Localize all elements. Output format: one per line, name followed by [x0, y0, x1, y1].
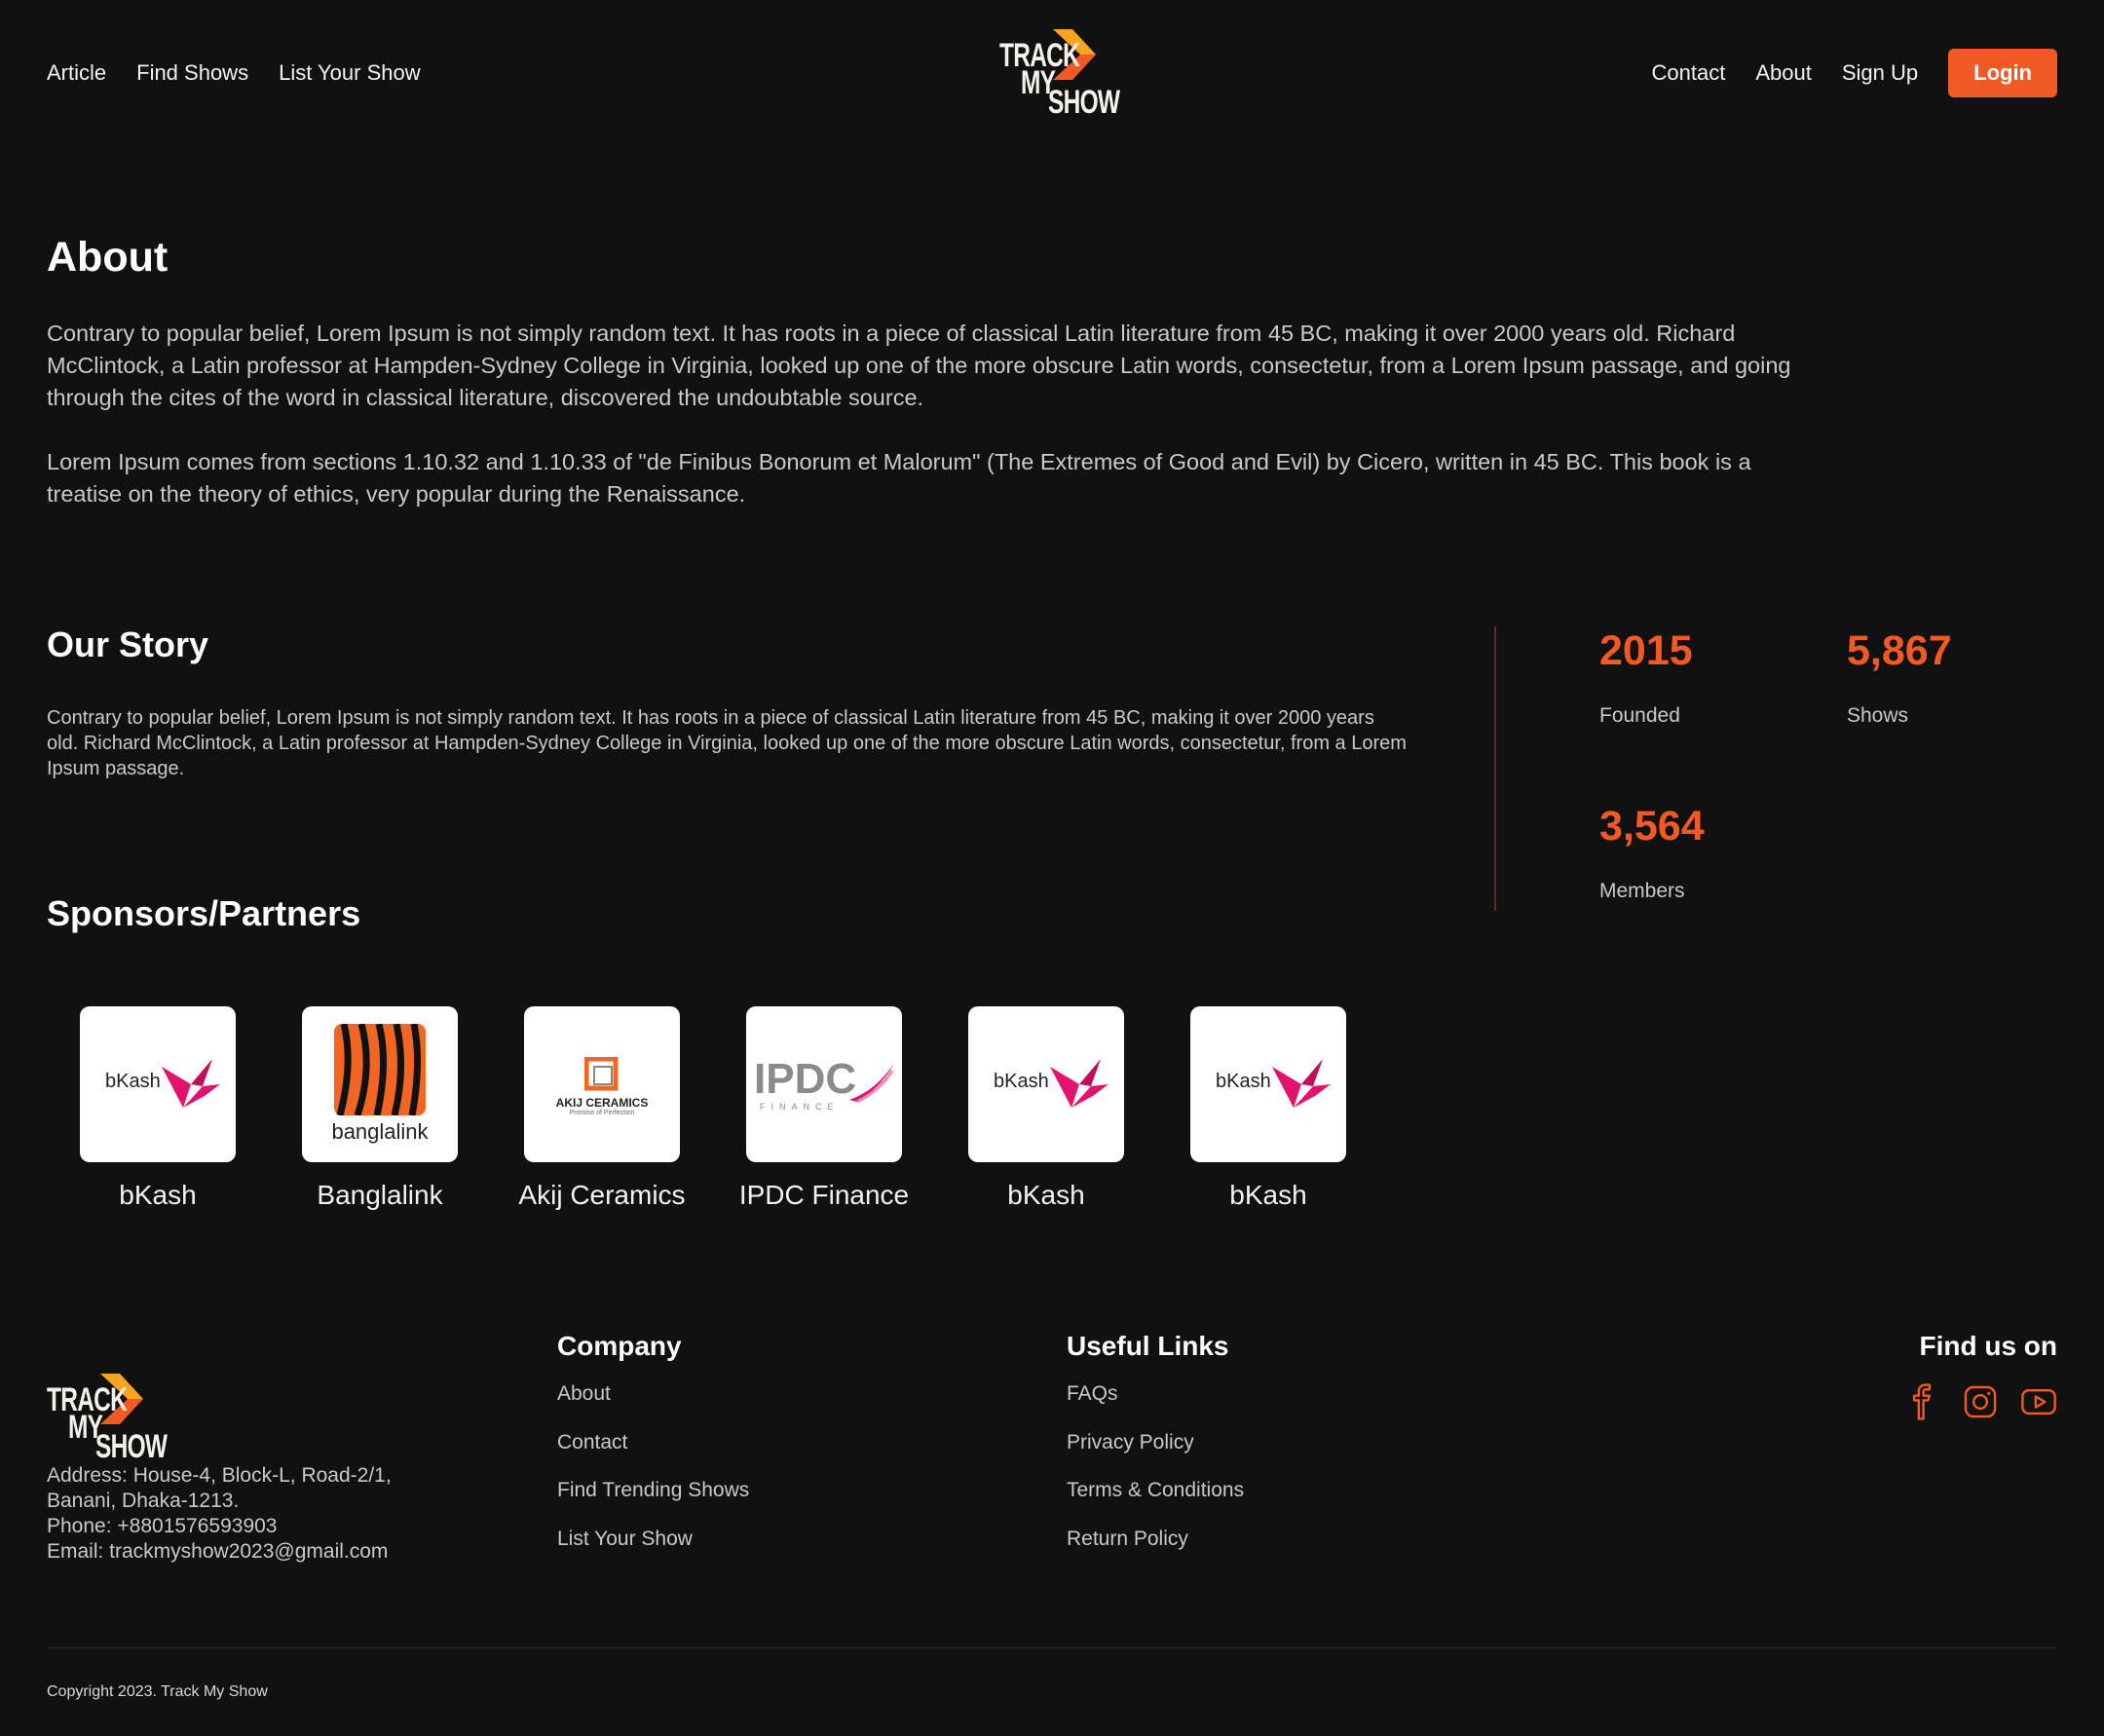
footer-useful-links-title: Useful Links	[1067, 1331, 1229, 1361]
sponsor-name: Banglalink	[317, 1180, 443, 1210]
bkash-logo-text: bKash	[994, 1071, 1049, 1092]
phone-line: Phone: +8801576593903	[47, 1515, 278, 1537]
social-icons	[1903, 1383, 2057, 1420]
bkash-logo: bKash	[1190, 1006, 1346, 1162]
sponsor-item[interactable]: bKash bKash	[47, 1006, 269, 1211]
about-paragraph-2: Lorem Ipsum comes from sections 1.10.32 …	[47, 449, 1751, 507]
sponsor-name: IPDC Finance	[738, 1180, 910, 1210]
stat-label: Founded	[1599, 704, 1680, 727]
nav-sign-up-link[interactable]: Sign Up	[1842, 59, 1918, 87]
about-paragraph-1: Contrary to popular belief, Lorem Ipsum …	[47, 321, 1791, 410]
sponsor-name: bKash	[1229, 1180, 1307, 1210]
nav-find-shows-link[interactable]: Find Shows	[136, 59, 248, 87]
stat-label: Members	[1599, 880, 1685, 902]
footer-useful-links-column: Useful Links FAQs Privacy Policy Terms &…	[1067, 1329, 1244, 1574]
logo-text-show: SHOW	[95, 1428, 168, 1465]
sponsor-name: bKash	[1007, 1180, 1085, 1210]
sponsor-item[interactable]: AKIJ CERAMICS Promise of Perfection Akij…	[491, 1006, 713, 1211]
nav-right: Contact About Sign Up Login	[1652, 49, 2057, 97]
bkash-logo-text: bKash	[1216, 1071, 1271, 1092]
stat-value: 5,867	[1847, 627, 1952, 674]
footer-company-title: Company	[557, 1331, 682, 1361]
footer-link-list-your-show[interactable]: List Your Show	[557, 1527, 749, 1552]
our-story-text: Contrary to popular belief, Lorem Ipsum …	[47, 707, 1407, 779]
bkash-logo: bKash	[80, 1006, 236, 1162]
sponsor-name: Akij Ceramics	[518, 1180, 686, 1210]
stat-shows: 5,867 Shows	[1847, 626, 1952, 728]
sponsor-item[interactable]: bKash bKash	[935, 1006, 1157, 1211]
copyright-text: Copyright 2023. Track My Show	[47, 1683, 268, 1700]
footer-contact-info: Address: House-4, Block-L, Road-2/1, Ban…	[47, 1463, 456, 1565]
sponsors-list: bKash bKash banglalink Banglalink AKIJ C…	[47, 1006, 1379, 1211]
address-line: Address: House-4, Block-L, Road-2/1,	[47, 1464, 392, 1487]
bkash-bird-icon	[1050, 1059, 1108, 1108]
sponsor-item[interactable]: IPDC FINANCE IPDC Finance	[713, 1006, 935, 1211]
stat-label: Shows	[1847, 704, 1909, 727]
footer-divider	[47, 1647, 2057, 1648]
akij-ceramics-logo: AKIJ CERAMICS Promise of Perfection	[524, 1006, 680, 1162]
footer-link-terms-conditions[interactable]: Terms & Conditions	[1067, 1478, 1244, 1503]
our-story-title: Our Story	[47, 624, 209, 664]
footer-link-return-policy[interactable]: Return Policy	[1067, 1527, 1244, 1552]
banglalink-logo-text: banglalink	[331, 1119, 429, 1144]
ipdc-finance-logo: IPDC FINANCE	[746, 1006, 902, 1162]
instagram-icon[interactable]	[1962, 1383, 1999, 1420]
top-navbar: Article Find Shows List Your Show TRACK …	[47, 0, 2057, 146]
nav-about-link[interactable]: About	[1755, 59, 1812, 87]
banglalink-logo: banglalink	[302, 1006, 458, 1162]
footer-link-contact[interactable]: Contact	[557, 1430, 749, 1455]
akij-logo-tagline: Promise of Perfection	[569, 1110, 635, 1116]
facebook-icon[interactable]	[1903, 1383, 1940, 1420]
ipdc-swoosh-icon	[849, 1063, 894, 1104]
banglalink-tiger-icon	[334, 1024, 426, 1115]
nav-article-link[interactable]: Article	[47, 59, 106, 87]
sponsor-item[interactable]: banglalink Banglalink	[269, 1006, 491, 1211]
stats-divider	[1494, 626, 1496, 911]
akij-square-icon	[584, 1057, 619, 1091]
bkash-logo: bKash	[968, 1006, 1124, 1162]
footer-link-about[interactable]: About	[557, 1381, 749, 1407]
footer-link-find-trending-shows[interactable]: Find Trending Shows	[557, 1478, 749, 1503]
akij-logo-text: AKIJ CERAMICS	[555, 1096, 649, 1110]
address-line: Banani, Dhaka-1213.	[47, 1490, 240, 1512]
sponsors-title: Sponsors/Partners	[47, 893, 361, 933]
stat-members: 3,564 Members	[1599, 802, 1705, 903]
bkash-logo-text: bKash	[105, 1071, 161, 1092]
logo-text-show: SHOW	[1048, 84, 1120, 121]
find-us-title: Find us on	[1919, 1331, 2057, 1361]
youtube-icon[interactable]	[2020, 1383, 2057, 1420]
ipdc-logo-text: IPDC	[754, 1055, 857, 1103]
footer-link-faqs[interactable]: FAQs	[1067, 1381, 1244, 1407]
stat-value: 3,564	[1599, 803, 1705, 849]
email-line: Email: trackmyshow2023@gmail.com	[47, 1540, 389, 1563]
sponsor-item[interactable]: bKash bKash	[1157, 1006, 1379, 1211]
footer-link-privacy-policy[interactable]: Privacy Policy	[1067, 1430, 1244, 1455]
bkash-bird-icon	[1272, 1059, 1331, 1108]
footer-find-us: Find us on	[1903, 1329, 2057, 1420]
stat-value: 2015	[1599, 627, 1693, 674]
login-button[interactable]: Login	[1948, 49, 2057, 97]
bkash-bird-icon	[162, 1059, 220, 1108]
ipdc-logo-sub: FINANCE	[760, 1102, 840, 1112]
header-logo[interactable]: TRACK MY SHOW	[999, 29, 1120, 121]
sponsor-name: bKash	[119, 1180, 197, 1210]
nav-list-your-show-link[interactable]: List Your Show	[279, 59, 421, 87]
about-title: About	[47, 234, 169, 281]
footer-logo[interactable]: TRACK MY SHOW	[47, 1374, 168, 1465]
nav-contact-link[interactable]: Contact	[1652, 59, 1726, 87]
stat-founded: 2015 Founded	[1599, 626, 1693, 728]
footer-company-column: Company About Contact Find Trending Show…	[557, 1329, 749, 1574]
nav-left: Article Find Shows List Your Show	[47, 59, 421, 87]
